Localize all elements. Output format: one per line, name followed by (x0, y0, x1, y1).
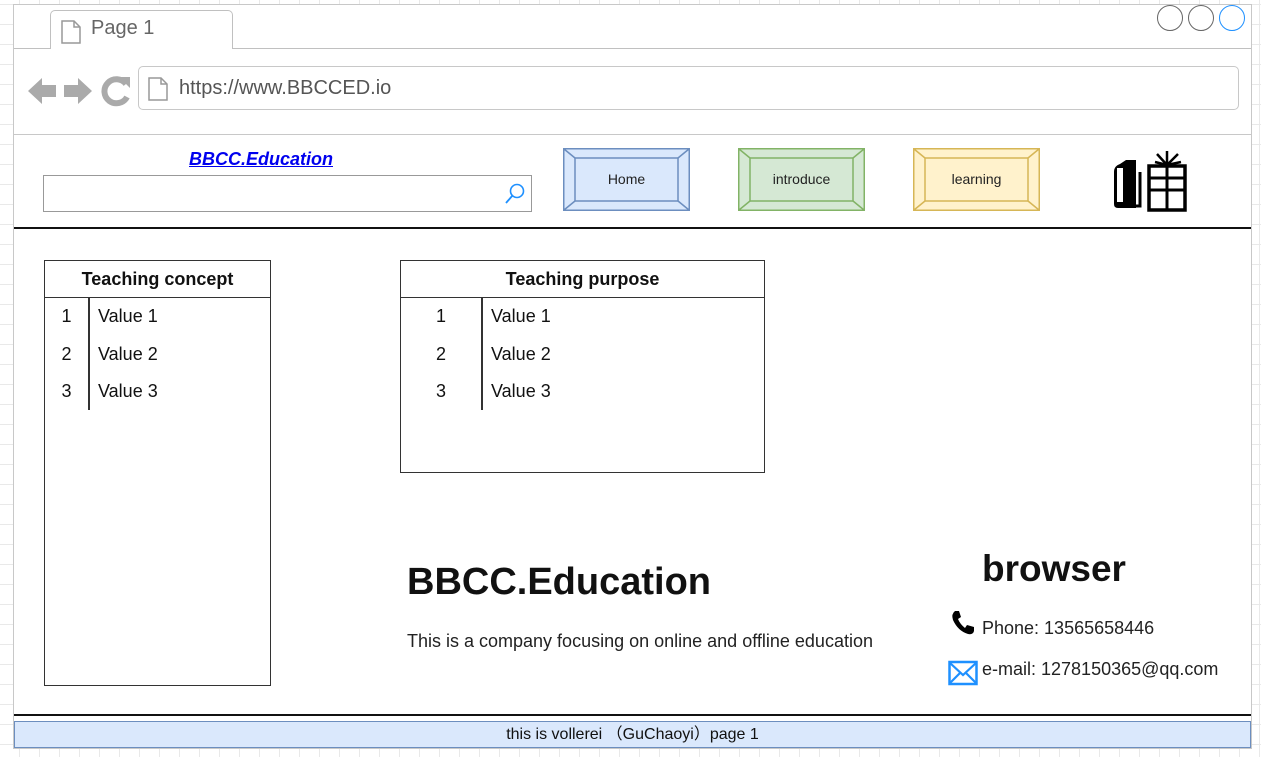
window-minimize-button[interactable] (1157, 5, 1183, 31)
row-number: 1 (61, 306, 72, 326)
row-value: Value 3 (98, 381, 158, 401)
header-divider (14, 227, 1251, 229)
company-title: BBCC.Education (407, 561, 711, 603)
footer-divider (14, 714, 1251, 716)
row-number: 1 (435, 306, 446, 326)
search-icon[interactable] (503, 182, 527, 206)
learning-button[interactable]: learning (913, 148, 1040, 211)
url-text: https://www.BBCCED.io (179, 77, 392, 99)
row-value: Value 2 (98, 344, 158, 364)
introduce-button[interactable]: introduce (738, 148, 865, 211)
table-row: 2 Value 2 (401, 336, 764, 373)
navigation-controls (26, 73, 132, 109)
back-arrow-icon[interactable] (26, 73, 58, 109)
forward-arrow-icon[interactable] (62, 73, 94, 109)
phone-icon (952, 611, 974, 635)
mail-icon[interactable] (948, 660, 978, 686)
table-row: 1 Value 1 (45, 298, 270, 335)
contact-title: browser (982, 548, 1126, 589)
row-number: 2 (435, 344, 446, 364)
company-description: This is a company focusing on online and… (407, 631, 873, 651)
book-gift-logo-icon (1114, 151, 1187, 212)
window-maximize-button[interactable] (1188, 5, 1214, 31)
row-value: Value 2 (491, 344, 551, 364)
table-row: 3 Value 3 (45, 373, 270, 410)
tab-label: Page 1 (91, 17, 155, 39)
search-input[interactable] (43, 175, 532, 212)
toolbar-divider (14, 134, 1251, 135)
row-number: 2 (61, 344, 72, 364)
row-value: Value 1 (98, 306, 158, 326)
row-number: 3 (61, 381, 72, 401)
email-text[interactable]: e-mail: 1278150365@qq.com (982, 659, 1218, 680)
phone-text: Phone: 13565658446 (982, 618, 1155, 638)
row-value: Value 1 (491, 306, 551, 326)
home-button-label: Home (607, 171, 646, 187)
document-icon (61, 20, 81, 44)
brand-link[interactable]: BBCC.Education (189, 149, 333, 170)
teaching-purpose-table: Teaching purpose 1 Value 1 2 Value 2 3 V… (400, 260, 765, 473)
table-title: Teaching concept (45, 261, 270, 298)
teaching-concept-table: Teaching concept 1 Value 1 2 Value 2 3 V… (44, 260, 271, 686)
window-close-button[interactable] (1219, 5, 1245, 31)
refresh-icon[interactable] (100, 73, 132, 109)
home-button[interactable]: Home (563, 148, 690, 211)
row-number: 3 (435, 381, 446, 401)
table-title: Teaching purpose (401, 261, 764, 298)
table-row: 2 Value 2 (45, 336, 270, 373)
introduce-button-label: introduce (772, 171, 831, 187)
row-value: Value 3 (491, 381, 551, 401)
address-bar[interactable]: https://www.BBCCED.io (138, 66, 1239, 110)
learning-button-label: learning (951, 171, 1002, 187)
table-row: 1 Value 1 (401, 298, 764, 335)
document-icon (148, 77, 168, 101)
footer-bar: this is vollerei （GuChaoyi）page 1 (14, 721, 1251, 748)
tab-page-1[interactable]: Page 1 (50, 10, 233, 49)
table-row: 3 Value 3 (401, 373, 764, 410)
